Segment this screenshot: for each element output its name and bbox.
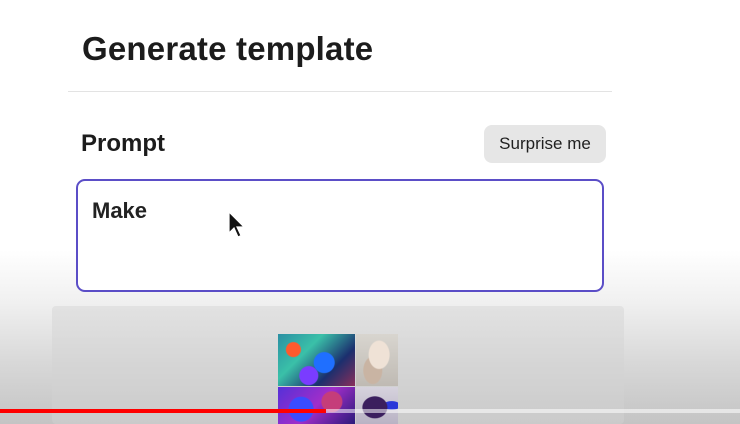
prompt-input[interactable]: Make [76, 179, 604, 292]
surprise-me-button[interactable]: Surprise me [484, 125, 606, 163]
prompt-label: Prompt [81, 130, 165, 157]
mouse-pointer-icon [228, 211, 246, 238]
page-title: Generate template [82, 30, 374, 67]
video-progress-bar[interactable] [0, 409, 740, 413]
purple-abstract-thumbnail[interactable] [278, 387, 355, 424]
portrait-thumbnail[interactable] [356, 334, 398, 386]
fashion-thumbnail[interactable] [356, 387, 398, 424]
graffiti-art-thumbnail[interactable] [278, 334, 355, 386]
video-progress-fill [0, 409, 326, 413]
title-divider [68, 91, 612, 92]
prompt-input-value: Make [92, 198, 148, 223]
